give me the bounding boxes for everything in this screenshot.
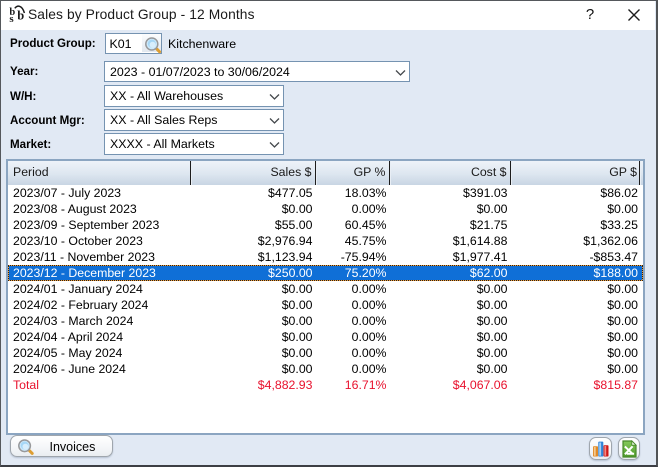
svg-text:s: s — [9, 13, 14, 24]
svg-text:b: b — [17, 8, 24, 22]
